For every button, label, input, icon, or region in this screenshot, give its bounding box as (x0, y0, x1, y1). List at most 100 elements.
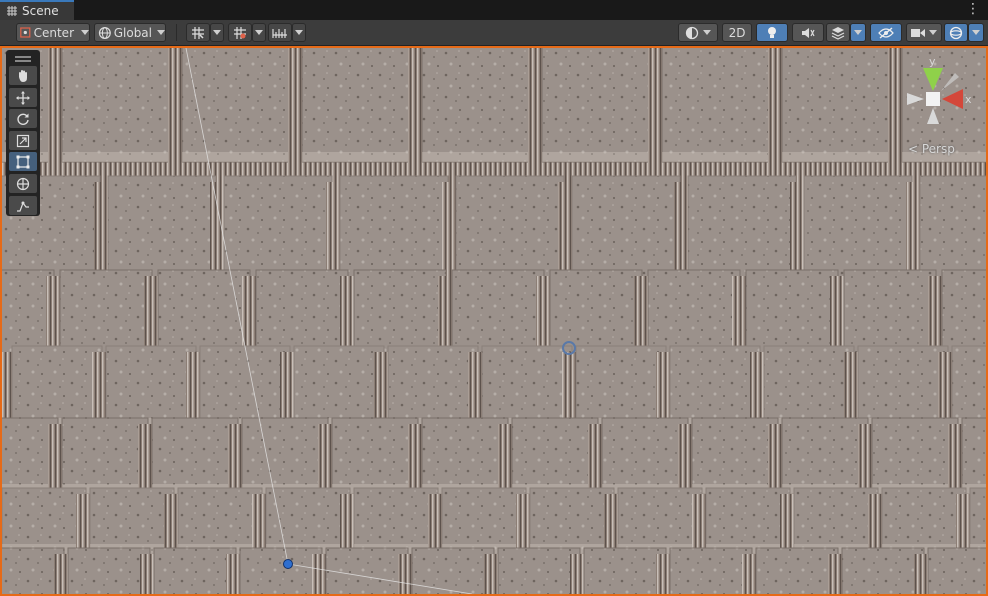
stone-block (927, 547, 986, 594)
transform-icon (16, 177, 30, 190)
rotate-tool[interactable] (9, 109, 37, 128)
tab-scene[interactable]: Scene (0, 0, 74, 20)
stone-block (421, 48, 533, 163)
stone-block (691, 417, 779, 495)
kebab-icon[interactable]: ⋮ (966, 2, 980, 16)
grid-snap-button[interactable] (186, 23, 210, 42)
chevron-down-icon (255, 30, 263, 35)
axis-neg-x-cone-icon[interactable] (907, 93, 924, 105)
tab-bar: Scene ⋮ (0, 0, 988, 21)
stone-block (763, 345, 855, 429)
stone-block (541, 48, 653, 163)
lighting-icon (768, 26, 776, 38)
global-space-icon (98, 26, 111, 39)
rotate-icon (17, 113, 29, 125)
ruler-dropdown[interactable] (292, 23, 306, 42)
stone-block (781, 48, 893, 163)
shading-mode-dropdown[interactable] (678, 23, 718, 42)
mode-2d-label: 2D (728, 25, 746, 40)
axis-z-cone-icon[interactable] (941, 73, 959, 91)
stone-block (841, 547, 925, 594)
increment-snap-icon (234, 26, 246, 39)
stone-block (153, 547, 237, 594)
grid-snap-dropdown[interactable] (210, 23, 224, 42)
stone-block-highlight (542, 152, 652, 162)
pivot-label: Center (33, 25, 74, 40)
drag-handle-icon[interactable] (15, 56, 31, 62)
axis-x-label: x (965, 93, 972, 106)
stone-block (511, 417, 599, 495)
stone-block-highlight (182, 152, 292, 162)
move-tool[interactable] (9, 88, 37, 107)
camera-dropdown[interactable] (906, 23, 942, 42)
center-pivot-icon (20, 27, 31, 38)
axis-y-label: y (929, 58, 936, 68)
stone-block (669, 345, 761, 429)
lighting-toggle[interactable] (756, 23, 788, 42)
rect-tool[interactable] (9, 152, 37, 171)
increment-snap-dropdown[interactable] (252, 23, 266, 42)
chevron-down-icon (213, 30, 221, 35)
stone-block (951, 345, 986, 429)
space-dropdown[interactable]: Global (94, 23, 166, 42)
axis-neg-y-cone-icon[interactable] (927, 108, 939, 124)
view-tool[interactable] (9, 66, 37, 85)
chevron-down-icon (295, 30, 303, 35)
stone-block-highlight (302, 152, 412, 162)
gizmos-button[interactable] (944, 23, 968, 42)
ruler-button[interactable] (268, 23, 292, 42)
custom-editor-tool[interactable] (9, 196, 37, 215)
projection-label[interactable]: < Persp (908, 142, 955, 156)
gizmos-dropdown[interactable] (968, 23, 984, 42)
stone-block (421, 417, 509, 495)
space-label: Global (113, 25, 152, 40)
stone-block (669, 547, 753, 594)
stone-block (387, 345, 479, 429)
orientation-gizmo[interactable]: y x (897, 58, 981, 148)
mode-2d-button[interactable]: 2D (722, 23, 752, 42)
stone-block (961, 417, 986, 495)
scene-view-render (2, 48, 986, 594)
transform-tool[interactable] (9, 174, 37, 193)
stone-block (331, 417, 419, 495)
selection-handle[interactable] (283, 559, 293, 569)
stone-block-highlight (62, 152, 172, 162)
chevron-down-icon (81, 30, 89, 35)
audio-toggle[interactable] (792, 23, 824, 42)
shading-mode-icon (685, 26, 699, 39)
stone-block (661, 48, 773, 163)
stone-block (871, 417, 959, 495)
scale-icon (16, 134, 30, 147)
stone-block (151, 417, 239, 495)
effects-dropdown[interactable] (850, 23, 866, 42)
camera-icon (911, 28, 925, 37)
stone-block (755, 547, 839, 594)
stone-block-highlight (662, 152, 772, 162)
chevron-down-icon (972, 30, 980, 35)
stone-block (781, 417, 869, 495)
stone-block (199, 345, 291, 429)
scene-viewport[interactable]: y x < Persp (0, 46, 988, 596)
scene-toolbar: Center Global 2D (0, 20, 988, 46)
stone-block (67, 547, 151, 594)
stone-block (601, 417, 689, 495)
grid-snap-icon (192, 26, 204, 39)
stone-block (61, 48, 173, 163)
hidden-objects-toggle[interactable] (870, 23, 902, 42)
axis-x-cone-icon[interactable] (942, 89, 963, 109)
stone-block (857, 345, 949, 429)
audio-mute-icon (802, 27, 815, 38)
scale-tool[interactable] (9, 131, 37, 150)
stone-block (293, 345, 385, 429)
stone-block (11, 345, 103, 429)
axis-y-cone-icon[interactable] (923, 68, 943, 91)
increment-snap-button[interactable] (228, 23, 252, 42)
gizmo-center-cube[interactable] (926, 92, 940, 106)
stone-block (481, 345, 573, 429)
pivot-dropdown[interactable]: Center (16, 23, 90, 42)
chevron-down-icon (929, 30, 937, 35)
stone-block (181, 48, 293, 163)
effects-button[interactable] (826, 23, 850, 42)
scene-grid-icon (7, 6, 17, 16)
tab-title: Scene (22, 4, 59, 18)
